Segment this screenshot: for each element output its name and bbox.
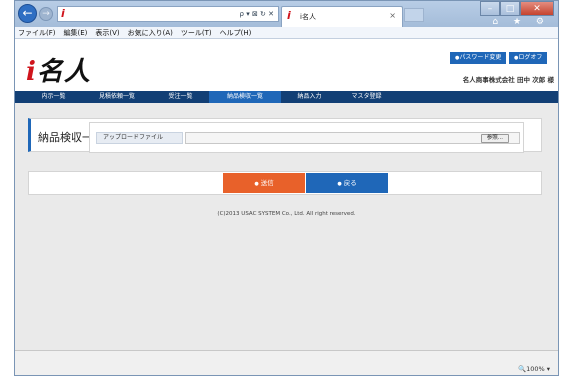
- logo-i: i: [26, 57, 37, 87]
- site-header: i名人 パスワード変更 ログオフ 名人商事株式会社 田中 次郎 様: [15, 39, 558, 91]
- maximize-button[interactable]: □: [500, 1, 520, 16]
- nav-delivery-inspection-list[interactable]: 納品検収一覧: [209, 91, 281, 103]
- back-page-button-label: 戻る: [343, 179, 357, 187]
- toolbar-icons[interactable]: ⌂ ★ ⚙: [492, 17, 550, 27]
- password-change-button[interactable]: パスワード変更: [450, 52, 507, 64]
- browser-titlebar: ← → i ρ ▾ ⊠ ↻ ✕ i i名人 × – □ ✕ ⌂ ★ ⚙: [15, 1, 558, 27]
- menu-favorites[interactable]: お気に入り(A): [128, 27, 173, 38]
- upload-file-input[interactable]: 参照...: [185, 132, 520, 144]
- tab-close-icon[interactable]: ×: [389, 11, 396, 20]
- browser-window: ← → i ρ ▾ ⊠ ↻ ✕ i i名人 × – □ ✕ ⌂ ★ ⚙ ファイル…: [14, 0, 559, 376]
- menu-edit[interactable]: 編集(E): [64, 27, 88, 38]
- menu-tools[interactable]: ツール(T): [181, 27, 212, 38]
- back-button[interactable]: ←: [18, 4, 37, 23]
- browser-tab[interactable]: i i名人 ×: [281, 6, 403, 27]
- menu-bar: ファイル(F) 編集(E) 表示(V) お気に入り(A) ツール(T) ヘルプ(…: [15, 27, 558, 39]
- nav-naiji-list[interactable]: 内示一覧: [25, 91, 82, 103]
- zoom-control[interactable]: 🔍100% ▾: [518, 365, 550, 373]
- upload-panel: アップロードファイル 参照...: [89, 122, 524, 153]
- new-tab-button[interactable]: [404, 8, 424, 22]
- close-button[interactable]: ✕: [520, 1, 554, 16]
- browse-button[interactable]: 参照...: [480, 134, 509, 143]
- nav-delivery-input[interactable]: 納品入力: [281, 91, 338, 103]
- logout-button[interactable]: ログオフ: [509, 52, 548, 64]
- back-page-button[interactable]: ● 戻る: [306, 173, 388, 193]
- company-user-label: 名人商事株式会社 田中 次郎 様: [462, 76, 554, 84]
- site-logo[interactable]: i名人: [26, 51, 91, 88]
- site-favicon-icon: i: [61, 7, 65, 20]
- logo-text: 名人: [36, 57, 91, 87]
- menu-view[interactable]: 表示(V): [95, 27, 119, 38]
- main-nav: 内示一覧 見積依頼一覧 受注一覧 納品検収一覧 納品入力 マスタ登録: [15, 91, 558, 103]
- action-bar: ● 送信 ● 戻る: [28, 171, 542, 195]
- nav-master-registration[interactable]: マスタ登録: [338, 91, 395, 103]
- copyright-text: (C)2013 USAC SYSTEM Co., Ltd. All right …: [217, 211, 356, 217]
- status-bar: 🔍100% ▾: [15, 350, 558, 375]
- send-button-label: 送信: [260, 179, 274, 187]
- address-bar-icons[interactable]: ρ ▾ ⊠ ↻ ✕: [240, 10, 274, 18]
- nav-order-list[interactable]: 受注一覧: [152, 91, 209, 103]
- minimize-button[interactable]: –: [480, 1, 500, 16]
- upload-file-label: アップロードファイル: [96, 132, 183, 144]
- forward-button[interactable]: →: [39, 7, 53, 21]
- nav-estimate-list[interactable]: 見積依頼一覧: [82, 91, 152, 103]
- menu-file[interactable]: ファイル(F): [18, 27, 56, 38]
- window-controls: – □ ✕: [480, 1, 554, 16]
- send-button[interactable]: ● 送信: [223, 173, 305, 193]
- tab-favicon-icon: i: [287, 9, 291, 22]
- address-bar[interactable]: i ρ ▾ ⊠ ↻ ✕: [57, 6, 279, 22]
- menu-help[interactable]: ヘルプ(H): [220, 27, 252, 38]
- tab-title: i名人: [300, 13, 316, 21]
